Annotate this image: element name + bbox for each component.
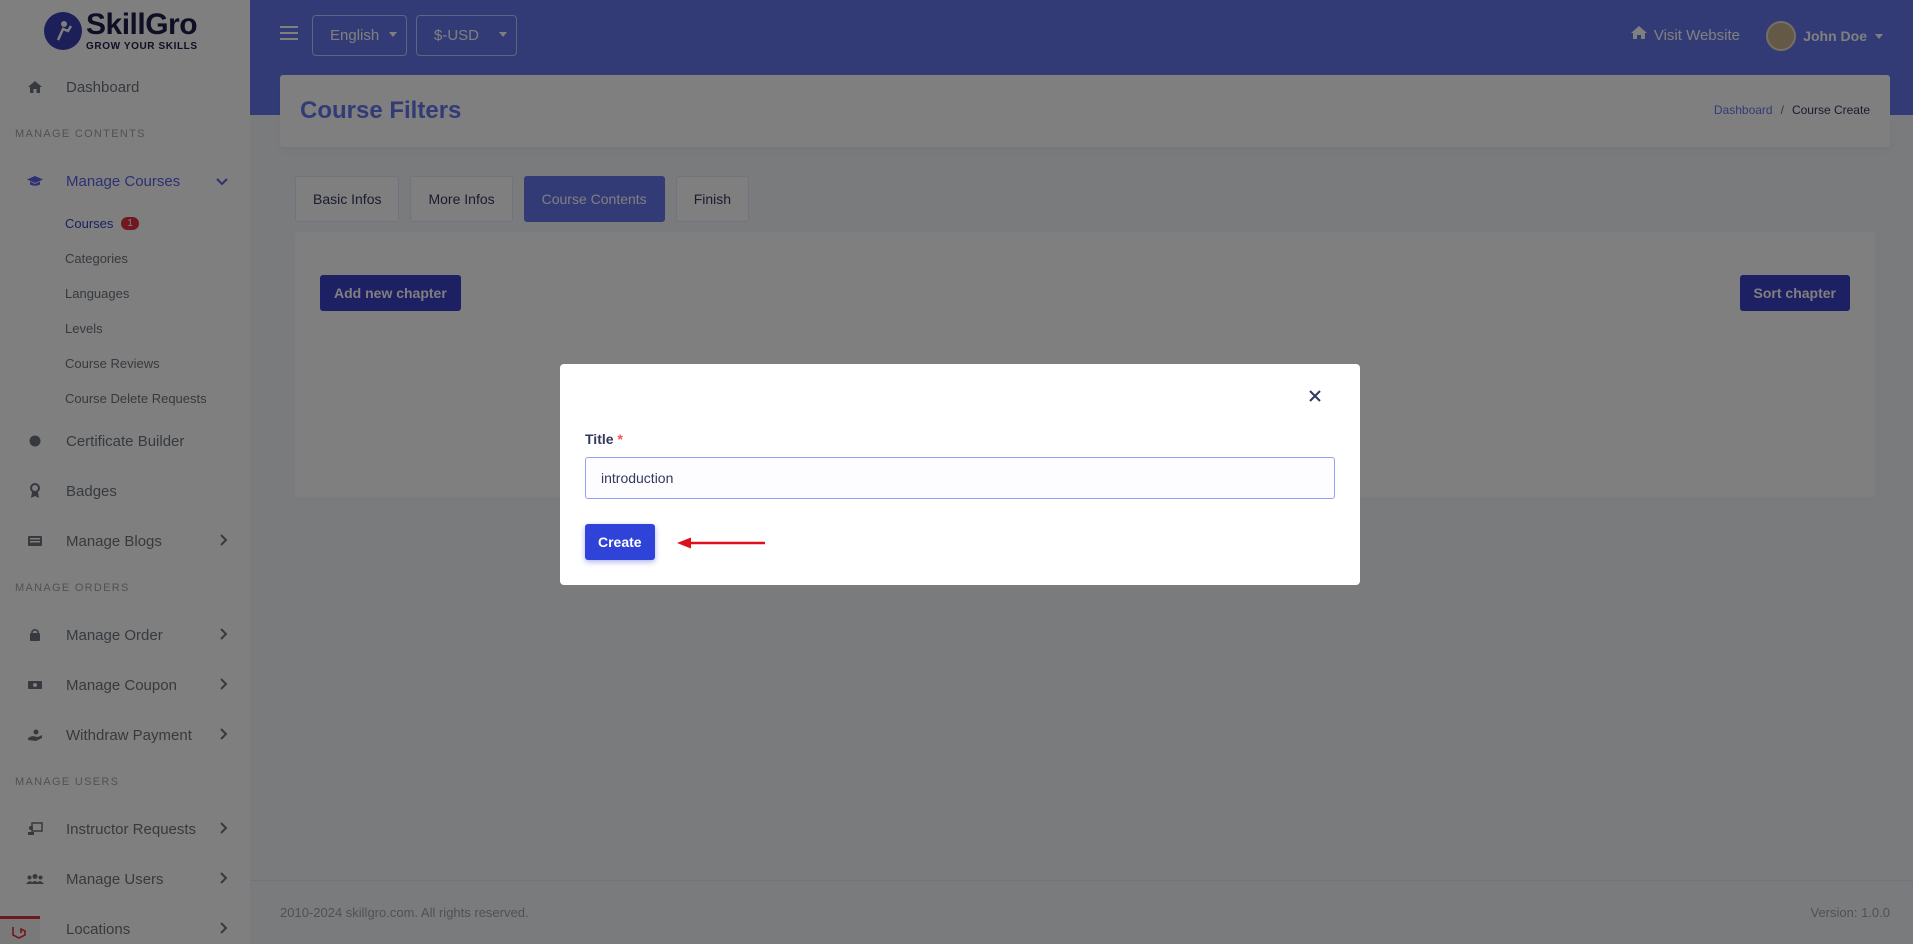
- title-field-label: Title *: [585, 431, 623, 447]
- annotation-arrow-icon: [677, 537, 765, 549]
- close-icon[interactable]: [1305, 386, 1325, 406]
- create-button[interactable]: Create: [585, 524, 655, 560]
- title-label-text: Title: [585, 431, 614, 447]
- title-input[interactable]: [585, 457, 1335, 499]
- create-chapter-modal: Title* Create: [560, 364, 1360, 585]
- required-asterisk: *: [617, 431, 623, 447]
